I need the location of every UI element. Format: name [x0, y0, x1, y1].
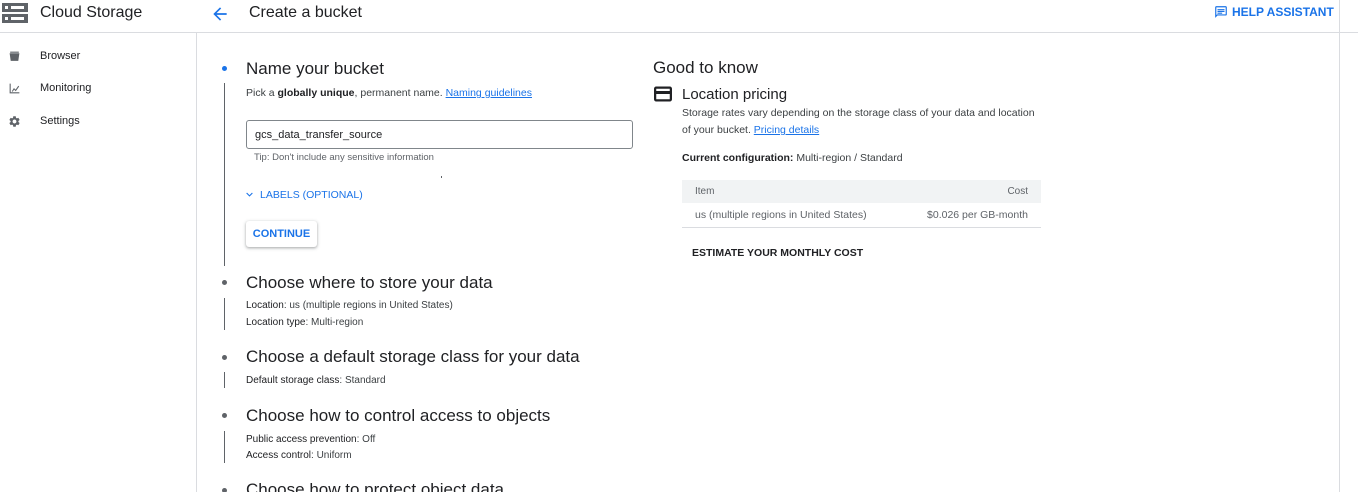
table-cell-cost: $0.026 per GB-month [900, 203, 1041, 228]
summary-label: Location [246, 300, 284, 311]
help-assistant-label: HELP ASSISTANT [1232, 5, 1334, 19]
table-cell-item: us (multiple regions in United States) [682, 203, 901, 228]
continue-button[interactable]: CONTINUE [246, 221, 317, 247]
sidebar-item-settings[interactable]: Settings [0, 106, 196, 136]
sidebar-item-label: Monitoring [40, 82, 92, 94]
summary-value: : us (multiple regions in United States) [283, 300, 453, 311]
table-header-row: Item Cost [682, 180, 1041, 203]
summary-value: : Uniform [311, 450, 352, 461]
labels-optional-toggle[interactable]: LABELS (OPTIONAL) [243, 188, 363, 201]
product-title: Cloud Storage [40, 4, 143, 21]
desc-bold-text: globally unique [277, 87, 355, 99]
app-header: Cloud Storage Create a bucket HELP ASSIS… [0, 0, 1358, 33]
step-connector [224, 83, 225, 266]
credit-card-icon [654, 86, 672, 102]
pricing-details-link[interactable]: Pricing details [754, 124, 819, 136]
sidebar-item-browser[interactable]: Browser [0, 41, 196, 71]
column-header-item: Item [682, 180, 901, 203]
chevron-down-icon [246, 192, 253, 197]
good-to-know-title: Good to know [653, 58, 758, 77]
pricing-desc-text: Storage rates vary depending on the stor… [682, 107, 1035, 136]
sidebar-item-monitoring[interactable]: Monitoring [0, 73, 196, 103]
column-header-cost: Cost [900, 180, 1041, 203]
summary-value: : Multi-region [305, 317, 364, 328]
desc-text: Pick a [246, 87, 278, 99]
step-indicator-storage-class [222, 355, 227, 360]
gear-icon [9, 115, 20, 127]
input-tip: Tip: Don't include any sensitive informa… [254, 152, 434, 163]
step-indicator-location [222, 280, 227, 285]
sidebar-item-label: Browser [40, 50, 81, 62]
step-connector [224, 372, 225, 388]
step-title-protect: Choose how to protect object data [246, 480, 504, 492]
access-prevention-summary: Public access prevention: Off [246, 434, 375, 445]
name-description: Pick a globally unique, permanent name. … [246, 87, 532, 99]
step-indicator-name [222, 66, 227, 71]
summary-label: Location type [246, 317, 306, 328]
location-summary: Location: us (multiple regions in United… [246, 300, 453, 311]
storage-class-summary: Default storage class: Standard [246, 375, 386, 386]
step-indicator-protect [222, 488, 227, 492]
page-title: Create a bucket [249, 4, 362, 21]
chart-icon [9, 83, 20, 93]
chat-icon [1215, 6, 1227, 18]
config-label: Current configuration: [682, 152, 794, 164]
naming-guidelines-link[interactable]: Naming guidelines [446, 87, 532, 99]
current-configuration: Current configuration: Multi-region / St… [682, 152, 903, 164]
bucket-icon [9, 51, 20, 61]
step-title-storage-class: Choose a default storage class for your … [246, 347, 580, 366]
sidebar-item-label: Settings [40, 115, 80, 127]
step-title-access: Choose how to control access to objects [246, 406, 551, 425]
help-assistant-button[interactable]: HELP ASSISTANT [1214, 5, 1334, 19]
table-row: us (multiple regions in United States) $… [682, 203, 1041, 228]
summary-value: : Standard [339, 375, 386, 386]
sidebar: Browser Monitoring Settings [0, 33, 197, 492]
step-connector [224, 431, 225, 463]
summary-label: Access control [246, 450, 312, 461]
divider-mark [441, 176, 442, 178]
step-title-name: Name your bucket [246, 59, 384, 78]
step-indicator-access [222, 413, 227, 418]
step-title-location: Choose where to store your data [246, 273, 493, 292]
location-type-summary: Location type: Multi-region [246, 317, 363, 328]
location-pricing-description: Storage rates vary depending on the stor… [682, 105, 1044, 139]
location-pricing-title: Location pricing [682, 86, 788, 103]
right-panel-divider [1339, 0, 1340, 492]
estimate-monthly-cost-button[interactable]: ESTIMATE YOUR MONTHLY COST [692, 247, 863, 259]
desc-text: , permanent name. [354, 87, 446, 99]
config-value: Multi-region / Standard [793, 152, 903, 164]
back-arrow-icon[interactable] [210, 4, 230, 24]
labels-toggle-label: LABELS (OPTIONAL) [260, 188, 363, 201]
access-control-summary: Access control: Uniform [246, 450, 352, 461]
step-connector [224, 298, 225, 330]
cloud-storage-icon [2, 3, 28, 23]
summary-value: : Off [356, 434, 376, 445]
summary-label: Default storage class [246, 375, 340, 386]
pricing-table: Item Cost us (multiple regions in United… [682, 180, 1041, 228]
bucket-name-input[interactable] [246, 120, 633, 149]
summary-label: Public access prevention [246, 434, 357, 445]
